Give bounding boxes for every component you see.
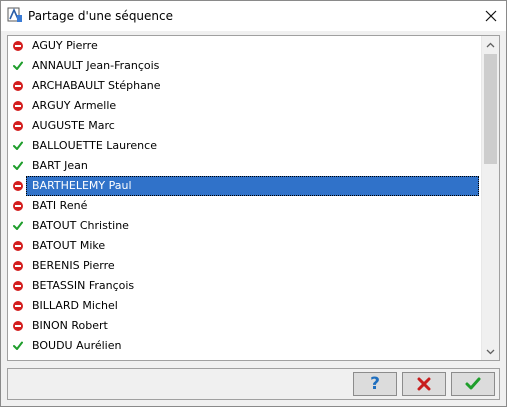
not-shared-icon: [13, 41, 23, 51]
not-shared-icon: [13, 101, 23, 111]
close-icon: [485, 10, 497, 22]
list-item[interactable]: BART Jean: [8, 156, 482, 176]
not-shared-icon: [13, 261, 23, 271]
list-item[interactable]: AUGUSTE Marc: [8, 116, 482, 136]
list-item-name: BALLOUETTE Laurence: [32, 139, 157, 152]
list-item-name: BINON Robert: [32, 319, 108, 332]
list-item[interactable]: AGUY Pierre: [8, 36, 482, 56]
shared-check-icon: [13, 141, 23, 151]
vertical-scrollbar[interactable]: [481, 36, 499, 360]
list-item[interactable]: BARTHELEMY Paul: [8, 176, 482, 196]
list-item-name: AUGUSTE Marc: [32, 119, 115, 132]
scroll-down-button[interactable]: [482, 343, 499, 360]
list-item-name: BARTHELEMY Paul: [26, 176, 479, 196]
list-item-name: ARCHABAULT Stéphane: [32, 79, 161, 92]
list-item[interactable]: BILLARD Michel: [8, 296, 482, 316]
not-shared-icon: [13, 281, 23, 291]
not-shared-icon: [13, 321, 23, 331]
window-title: Partage d'une séquence: [28, 9, 174, 23]
list-item[interactable]: ARGUY Armelle: [8, 96, 482, 116]
ok-button[interactable]: [451, 372, 495, 396]
help-button[interactable]: ?: [353, 372, 397, 396]
list-item-name: BILLARD Michel: [32, 299, 118, 312]
list-item[interactable]: ANNAULT Jean-François: [8, 56, 482, 76]
app-icon: [7, 7, 23, 23]
button-bar: ?: [7, 368, 500, 400]
list-item-name: BATOUT Mike: [32, 239, 106, 252]
list-item[interactable]: BATOUT Mike: [8, 236, 482, 256]
not-shared-icon: [13, 301, 23, 311]
shared-check-icon: [13, 161, 23, 171]
not-shared-icon: [13, 201, 23, 211]
close-button[interactable]: [476, 1, 506, 31]
dialog-window: Partage d'une séquence AGUY Pierre ANNAUL…: [0, 0, 507, 407]
chevron-up-icon: [486, 42, 495, 47]
scroll-thumb[interactable]: [484, 54, 497, 164]
question-mark-icon: ?: [370, 374, 380, 394]
title-bar: Partage d'une séquence: [1, 1, 506, 31]
list-item-name: ANNAULT Jean-François: [32, 59, 160, 72]
green-check-icon: [465, 377, 481, 390]
list-item-name: BETASSIN François: [32, 279, 135, 292]
scroll-up-button[interactable]: [482, 36, 499, 53]
list-item[interactable]: BETASSIN François: [8, 276, 482, 296]
chevron-down-icon: [486, 349, 495, 354]
user-listbox[interactable]: AGUY Pierre ANNAULT Jean-François ARCHABAU…: [7, 35, 500, 361]
list-item-name: AGUY Pierre: [32, 39, 98, 52]
list-item-name: BART Jean: [32, 159, 88, 172]
not-shared-icon: [13, 81, 23, 91]
not-shared-icon: [13, 241, 23, 251]
cancel-button[interactable]: [402, 372, 446, 396]
user-list: AGUY Pierre ANNAULT Jean-François ARCHABAU…: [8, 36, 482, 356]
list-item-name: BOUDU Aurélien: [32, 339, 122, 352]
list-item[interactable]: BERENIS Pierre: [8, 256, 482, 276]
shared-check-icon: [13, 61, 23, 71]
list-item-name: BATOUT Christine: [32, 219, 129, 232]
list-item[interactable]: BOUDU Aurélien: [8, 336, 482, 356]
red-x-icon: [417, 377, 431, 391]
list-item[interactable]: BINON Robert: [8, 316, 482, 336]
list-item-name: ARGUY Armelle: [32, 99, 117, 112]
shared-check-icon: [13, 341, 23, 351]
list-item-name: BERENIS Pierre: [32, 259, 115, 272]
list-item[interactable]: BALLOUETTE Laurence: [8, 136, 482, 156]
not-shared-icon: [13, 181, 23, 191]
list-item[interactable]: ARCHABAULT Stéphane: [8, 76, 482, 96]
list-item[interactable]: BATI René: [8, 196, 482, 216]
list-item-name: BATI René: [32, 199, 88, 212]
not-shared-icon: [13, 121, 23, 131]
shared-check-icon: [13, 221, 23, 231]
list-item[interactable]: BATOUT Christine: [8, 216, 482, 236]
